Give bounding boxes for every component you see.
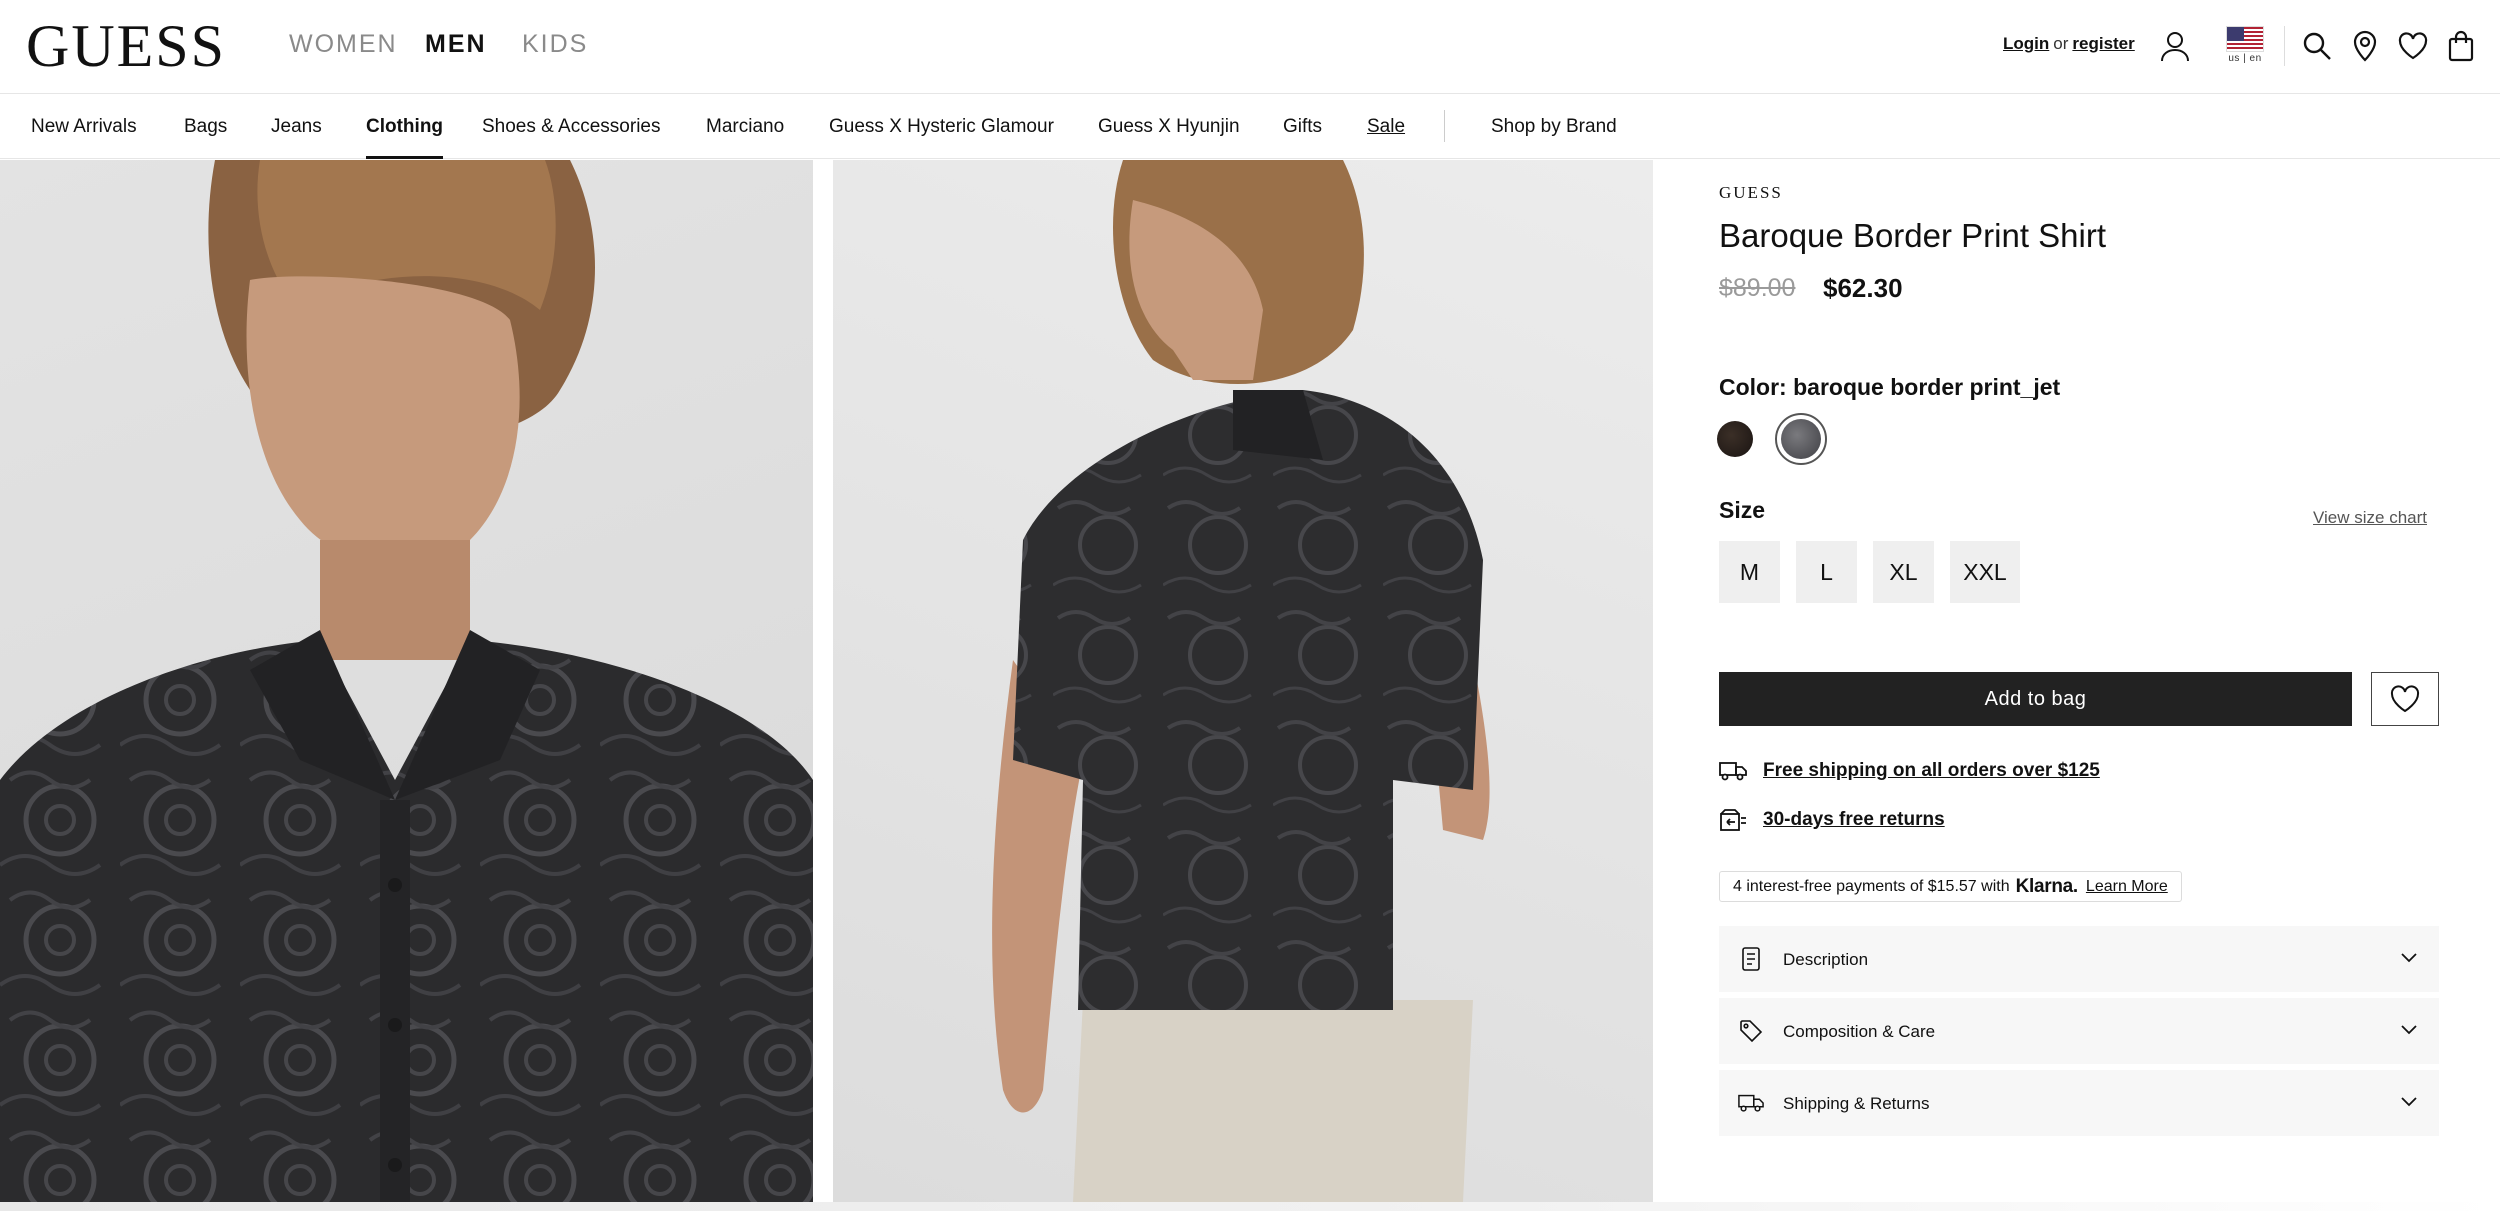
wishlist-icon[interactable] xyxy=(2396,28,2430,64)
chevron-down-icon xyxy=(2399,948,2419,968)
guess-logo[interactable]: GUESS xyxy=(26,14,226,78)
return-box-icon xyxy=(1720,809,1746,831)
nav-divider xyxy=(1444,110,1445,142)
color-swatch-brown[interactable] xyxy=(1717,421,1753,457)
top-header: GUESS WOMEN MEN KIDS Login or register us … xyxy=(0,0,2500,94)
search-icon[interactable] xyxy=(2300,28,2334,64)
nav-shoes-accessories[interactable]: Shoes & Accessories xyxy=(482,116,660,138)
nav-sale[interactable]: Sale xyxy=(1367,116,1405,138)
product-brand: GUESS xyxy=(1719,183,1783,202)
truck-icon xyxy=(1738,1090,1764,1116)
accordion-composition-care[interactable]: Composition & Care xyxy=(1719,998,2439,1064)
price-original: $89.00 xyxy=(1719,274,1796,302)
truck-icon xyxy=(1719,762,1747,781)
accordion-composition-label: Composition & Care xyxy=(1783,1022,1936,1041)
header-divider xyxy=(2284,26,2285,66)
auth-links: Login or register xyxy=(2003,34,2135,54)
product-image-back[interactable] xyxy=(833,160,1653,1202)
free-returns-link[interactable]: 30-days free returns xyxy=(1763,809,1945,831)
tag-icon xyxy=(1738,1018,1764,1044)
accordion-shipping-returns[interactable]: Shipping & Returns xyxy=(1719,1070,2439,1136)
free-shipping-perk: Free shipping on all orders over $125 xyxy=(1719,760,2100,782)
klarna-text: 4 interest-free payments of $15.57 with xyxy=(1733,877,2010,895)
category-nav: New Arrivals Bags Jeans Clothing Shoes &… xyxy=(0,94,2500,159)
nav-clothing[interactable]: Clothing xyxy=(366,116,444,159)
locale-label: us | en xyxy=(2228,53,2262,64)
product-image-front[interactable] xyxy=(0,160,813,1202)
dept-men[interactable]: MEN xyxy=(425,30,487,59)
color-heading: Color: baroque border print_jet xyxy=(1719,374,2060,401)
color-value: baroque border print_jet xyxy=(1793,374,2061,400)
account-icon[interactable] xyxy=(2158,28,2192,64)
klarna-banner: 4 interest-free payments of $15.57 with … xyxy=(1719,871,2182,902)
page-bottom-shadow xyxy=(0,1202,2500,1211)
shopping-bag-icon[interactable] xyxy=(2444,28,2478,64)
nav-jeans[interactable]: Jeans xyxy=(271,116,322,138)
nav-guess-x-hyunjin[interactable]: Guess X Hyunjin xyxy=(1098,116,1240,138)
nav-marciano[interactable]: Marciano xyxy=(706,116,784,138)
nav-gifts[interactable]: Gifts xyxy=(1283,116,1322,138)
nav-bags[interactable]: Bags xyxy=(184,116,227,138)
add-to-wishlist-button[interactable] xyxy=(2371,672,2439,726)
accordion-description[interactable]: Description xyxy=(1719,926,2439,992)
price-sale: $62.30 xyxy=(1823,273,1903,303)
size-option-m[interactable]: M xyxy=(1719,541,1780,603)
nav-guess-x-hysteric-glamour[interactable]: Guess X Hysteric Glamour xyxy=(829,116,1054,138)
nav-shop-by-brand[interactable]: Shop by Brand xyxy=(1491,116,1617,138)
color-swatch-jet[interactable] xyxy=(1781,419,1821,459)
chevron-down-icon xyxy=(2399,1020,2419,1040)
dept-women[interactable]: WOMEN xyxy=(289,30,398,59)
login-link[interactable]: Login xyxy=(2003,34,2049,53)
chevron-down-icon xyxy=(2399,1092,2419,1112)
register-link[interactable]: register xyxy=(2072,34,2134,53)
size-heading: Size xyxy=(1719,497,1766,523)
size-option-xl[interactable]: XL xyxy=(1873,541,1934,603)
nav-new-arrivals[interactable]: New Arrivals xyxy=(31,116,137,138)
add-to-bag-button[interactable]: Add to bag xyxy=(1719,672,2352,726)
store-locator-icon[interactable] xyxy=(2348,28,2382,64)
accordion-description-label: Description xyxy=(1783,950,1869,969)
free-returns-perk: 30-days free returns xyxy=(1719,808,1945,832)
dept-kids[interactable]: KIDS xyxy=(522,30,588,59)
size-option-l[interactable]: L xyxy=(1796,541,1857,603)
view-size-chart-link[interactable]: View size chart xyxy=(2313,508,2427,528)
size-option-xxl[interactable]: XXL xyxy=(1950,541,2020,603)
product-title: Baroque Border Print Shirt xyxy=(1719,217,2107,254)
document-icon xyxy=(1738,946,1764,972)
free-shipping-link[interactable]: Free shipping on all orders over $125 xyxy=(1763,760,2100,782)
klarna-learn-more-link[interactable]: Learn More xyxy=(2086,878,2168,896)
klarna-logo: Klarna. xyxy=(2015,875,2079,897)
accordion-shipping-label: Shipping & Returns xyxy=(1783,1094,1930,1113)
us-flag-icon xyxy=(2226,26,2264,52)
auth-or-text: or xyxy=(2053,34,2069,53)
heart-icon xyxy=(2390,685,2420,713)
color-label: Color: xyxy=(1719,374,1787,400)
locale-selector[interactable]: us | en xyxy=(2226,26,2264,68)
